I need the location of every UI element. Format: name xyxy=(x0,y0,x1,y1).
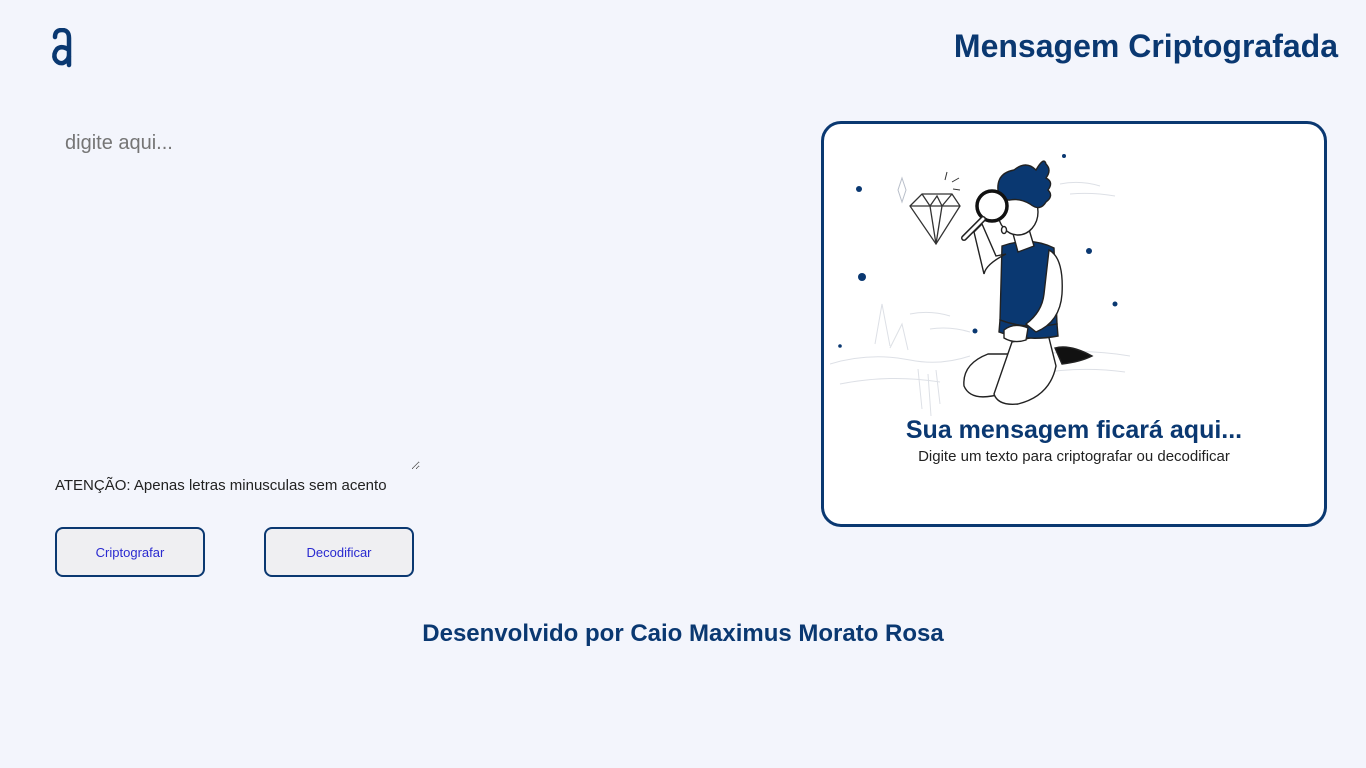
output-title: Sua mensagem ficará aqui... xyxy=(905,416,1243,444)
footer-credit: Desenvolvido por Caio Maximus Morato Ros… xyxy=(422,620,944,647)
output-subtitle: Digite um texto para criptografar ou dec… xyxy=(918,448,1230,465)
warning-text: ATENÇÃO: Apenas letras minusculas sem ac… xyxy=(55,477,387,494)
page-title: Mensagem Criptografada xyxy=(953,28,1338,64)
decrypt-button[interactable]: Decodificar xyxy=(264,527,414,577)
person-with-magnifier-illustration xyxy=(830,154,1130,417)
output-panel: Sua mensagem ficará aqui... Digite um te… xyxy=(821,121,1327,527)
encrypt-button[interactable]: Criptografar xyxy=(55,527,205,577)
alura-logo-icon xyxy=(52,28,72,68)
message-input[interactable] xyxy=(55,122,420,470)
